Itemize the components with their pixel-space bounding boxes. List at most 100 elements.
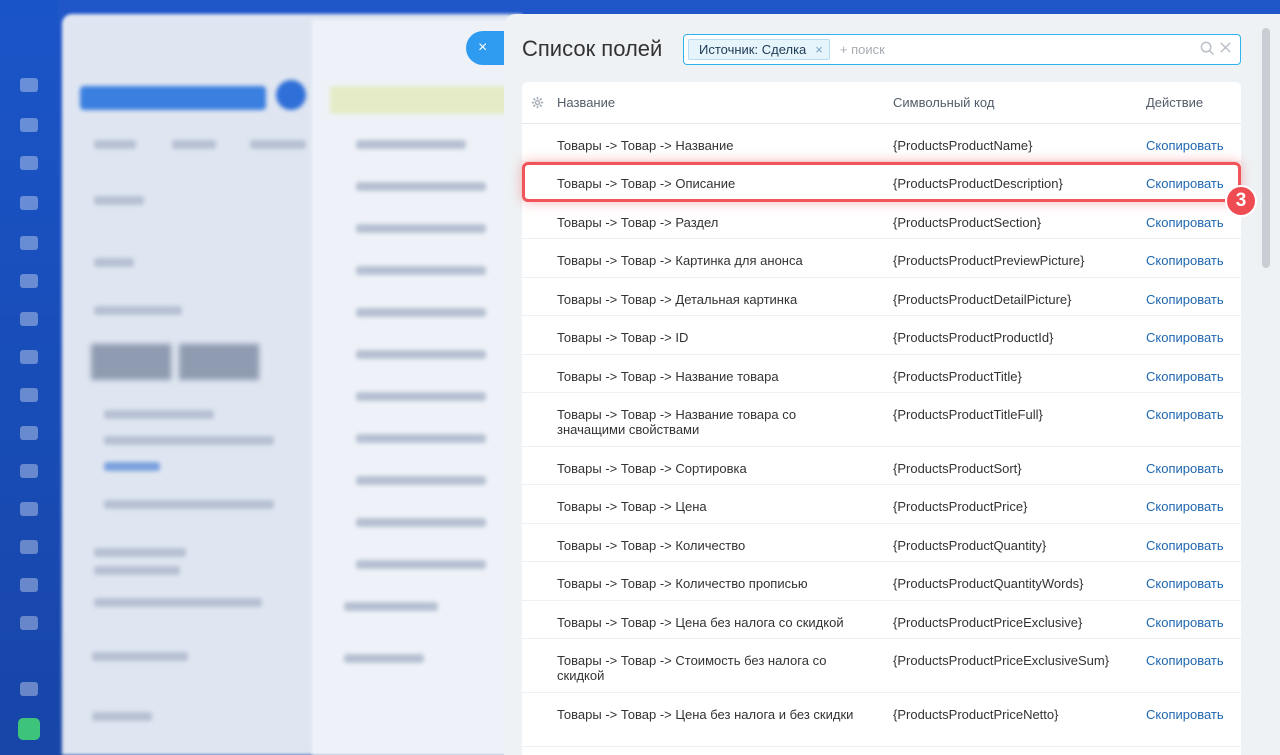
fields-list-panel: Список полей Источник: Сделка × + поиск …	[504, 14, 1280, 755]
background-round-button	[276, 80, 306, 110]
background-line	[356, 434, 486, 443]
copy-link[interactable]: Скопировать	[1146, 215, 1224, 230]
field-name: Товары -> Товар -> Цена без налога и без…	[557, 707, 854, 722]
background-line	[94, 598, 262, 607]
field-name: Товары -> Товар -> Описание	[557, 176, 736, 191]
background-line	[356, 224, 486, 233]
sidebar-icon	[20, 156, 38, 170]
copy-link[interactable]: Скопировать	[1146, 407, 1224, 422]
field-code: {ProductsProductPriceExclusiveSum}	[893, 653, 1110, 668]
sidebar-icon	[20, 578, 38, 592]
column-header-code[interactable]: Символьный код	[893, 95, 994, 110]
fields-table: Название Символьный код Действие Товары …	[522, 82, 1241, 755]
field-name: Товары -> Товар -> Название товара	[557, 369, 779, 384]
field-name: Товары -> Товар -> Сортировка	[557, 461, 747, 476]
sidebar-icon	[20, 78, 38, 92]
background-line	[94, 566, 180, 575]
field-code: {ProductsProductDescription}	[893, 176, 1063, 191]
background-line	[172, 140, 216, 149]
field-name: Товары -> Товар -> Название	[557, 138, 734, 153]
filter-chip-source[interactable]: Источник: Сделка ×	[688, 39, 830, 60]
field-code: {ProductsProductQuantityWords}	[893, 576, 1084, 591]
copy-link[interactable]: Скопировать	[1146, 707, 1224, 722]
sidebar-icon	[20, 426, 38, 440]
table-row: Товары -> Товар -> Количество {ProductsP…	[522, 524, 1241, 562]
background-line	[356, 140, 466, 149]
background-line	[104, 462, 160, 471]
close-icon: ×	[478, 39, 488, 56]
sidebar-icon	[20, 312, 38, 326]
background-button	[80, 86, 266, 110]
copy-link[interactable]: Скопировать	[1146, 330, 1224, 345]
step-badge: 3	[1225, 185, 1257, 217]
copy-link[interactable]: Скопировать	[1146, 461, 1224, 476]
field-code: {ProductsProductDetailPicture}	[893, 292, 1072, 307]
field-code: {ProductsProductSection}	[893, 215, 1042, 230]
chip-remove-icon[interactable]: ×	[815, 42, 823, 57]
copy-link[interactable]: Скопировать	[1146, 615, 1224, 630]
table-row: Товары -> Товар -> Картинка для анонса {…	[522, 239, 1241, 278]
table-row: Товары -> Товар -> Название товара {Prod…	[522, 355, 1241, 393]
background-line	[104, 410, 214, 419]
sidebar-app-icon	[18, 718, 40, 740]
sidebar-icon	[20, 540, 38, 554]
field-code: {ProductsProductProductId}	[893, 330, 1054, 345]
field-name: Товары -> Товар -> Количество	[557, 538, 746, 553]
background-line	[356, 308, 486, 317]
copy-link[interactable]: Скопировать	[1146, 653, 1224, 668]
field-code: {ProductsProductSort}	[893, 461, 1022, 476]
field-name: Товары -> Товар -> Картинка для анонса	[557, 253, 803, 268]
table-row: Товары -> Товар -> Количество прописью {…	[522, 562, 1241, 601]
table-row: Товары -> Товар -> Детальная картинка {P…	[522, 278, 1241, 316]
sidebar-icon	[20, 350, 38, 364]
background-amount: ▇▇▇ ▇▇▇	[92, 341, 259, 379]
table-row: Товары -> Товар -> ID {ProductsProductPr…	[522, 316, 1241, 355]
vertical-scrollbar[interactable]	[1262, 28, 1270, 268]
background-line	[94, 306, 182, 315]
search-filter[interactable]: Источник: Сделка × + поиск	[683, 34, 1241, 65]
background-line	[92, 712, 152, 721]
copy-link[interactable]: Скопировать	[1146, 253, 1224, 268]
copy-link[interactable]: Скопировать	[1146, 176, 1224, 191]
search-icon[interactable]	[1200, 41, 1215, 59]
background-line	[356, 266, 486, 275]
sidebar-icon	[20, 616, 38, 630]
field-name: Товары -> Товар -> Стоимость без налога …	[557, 653, 827, 683]
sidebar-icon	[20, 236, 38, 250]
field-code: {ProductsProductTitleFull}	[893, 407, 1043, 422]
background-panel-secondary	[312, 20, 512, 755]
copy-link[interactable]: Скопировать	[1146, 576, 1224, 591]
copy-link[interactable]: Скопировать	[1146, 292, 1224, 307]
table-row-highlighted: Товары -> Товар -> Описание {ProductsPro…	[522, 162, 1241, 201]
search-input[interactable]: + поиск	[840, 42, 1200, 57]
copy-link[interactable]: Скопировать	[1146, 138, 1224, 153]
copy-link[interactable]: Скопировать	[1146, 369, 1224, 384]
table-row: Товары -> Товар -> Название {ProductsPro…	[522, 124, 1241, 162]
table-header: Название Символьный код Действие	[522, 82, 1241, 124]
settings-gear-icon[interactable]	[531, 96, 544, 112]
sidebar-icon	[20, 118, 38, 132]
copy-link[interactable]: Скопировать	[1146, 499, 1224, 514]
field-code: {ProductsProductPreviewPicture}	[893, 253, 1085, 268]
field-name: Товары -> Товар -> Цена	[557, 499, 707, 514]
column-header-name[interactable]: Название	[557, 95, 615, 110]
background-notice	[330, 86, 510, 114]
table-row: Товары -> Товар -> Название товара со зн…	[522, 393, 1241, 447]
background-line	[356, 476, 486, 485]
table-row: Товары -> Товар -> Цена без налога со ск…	[522, 601, 1241, 639]
sidebar-icon	[20, 682, 38, 696]
sidebar-icon	[20, 274, 38, 288]
field-name: Товары -> Товар -> Цена без налога со ск…	[557, 615, 844, 630]
column-header-action[interactable]: Действие	[1146, 95, 1203, 110]
table-row: Товары -> Товар -> Сортировка {ProductsP…	[522, 447, 1241, 485]
clear-icon[interactable]	[1219, 41, 1232, 59]
copy-link[interactable]: Скопировать	[1146, 538, 1224, 553]
background-line	[356, 350, 486, 359]
background-line	[356, 560, 486, 569]
background-line	[94, 258, 134, 267]
field-name: Товары -> Товар -> Детальная картинка	[557, 292, 798, 307]
field-name: Товары -> Товар -> Количество прописью	[557, 576, 808, 591]
field-name: Товары -> Товар -> ID	[557, 330, 689, 345]
background-line	[356, 182, 486, 191]
background-line	[344, 654, 424, 663]
